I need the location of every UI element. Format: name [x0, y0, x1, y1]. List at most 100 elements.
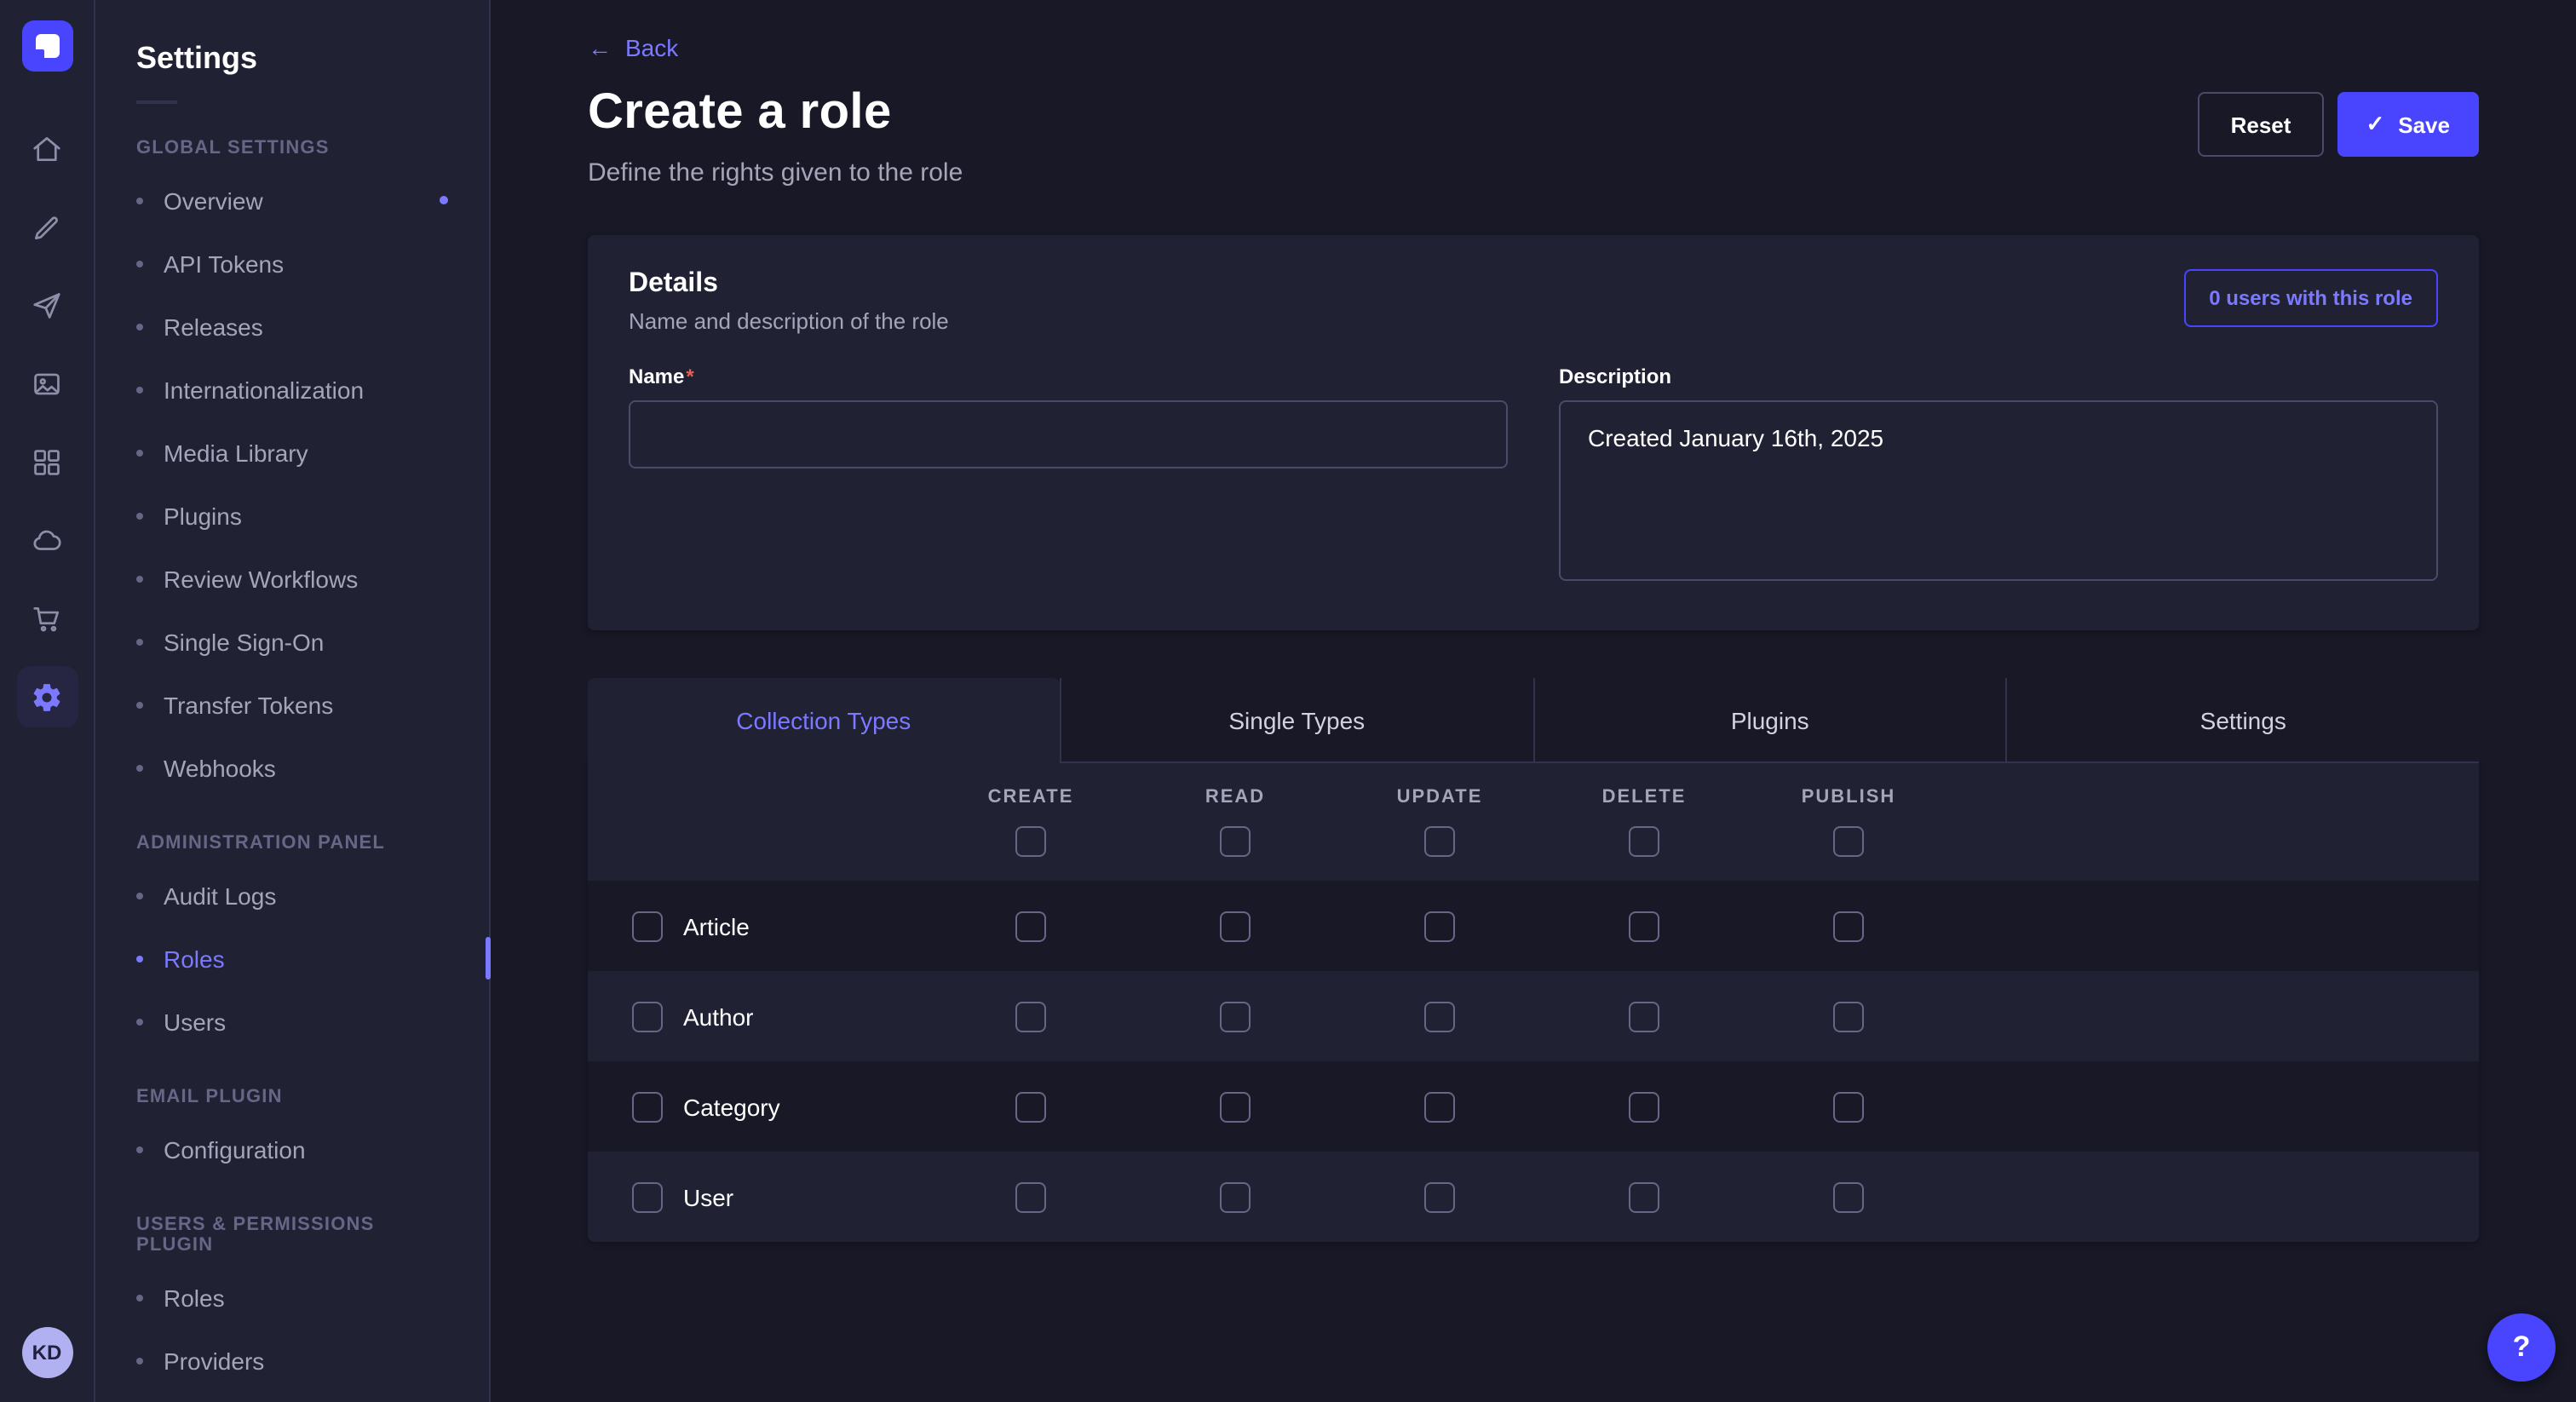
home-icon[interactable] — [16, 118, 78, 179]
details-subtitle: Name and description of the role — [629, 308, 949, 334]
permission-checkbox[interactable] — [1220, 1001, 1251, 1031]
divider — [136, 101, 177, 104]
sidebar-item-releases[interactable]: Releases — [123, 295, 462, 358]
strapi-logo[interactable] — [21, 20, 72, 72]
row-select-checkbox[interactable] — [632, 911, 663, 941]
marketplace-icon[interactable] — [16, 588, 78, 649]
row-label: Author — [683, 1003, 754, 1030]
column-select-all-checkbox[interactable] — [1833, 826, 1864, 857]
reset-button[interactable]: Reset — [2199, 92, 2324, 157]
column-label: PUBLISH — [1802, 787, 1896, 807]
sidebar-item-label: Plugins — [164, 502, 242, 529]
table-row-category: Category — [588, 1061, 2479, 1152]
settings-icon[interactable] — [16, 666, 78, 727]
sidebar-item-internationalization[interactable]: Internationalization — [123, 358, 462, 421]
tab-collection-types[interactable]: Collection Types — [588, 678, 1060, 763]
permission-checkbox[interactable] — [1629, 1181, 1659, 1212]
check-icon: ✓ — [2366, 111, 2384, 138]
permission-checkbox[interactable] — [1629, 1001, 1659, 1031]
back-label: Back — [625, 34, 678, 61]
permissions-tabs: Collection Types Single Types Plugins Se… — [588, 678, 2479, 763]
permission-checkbox[interactable] — [1220, 911, 1251, 941]
description-field-group: Description Created January 16th, 2025 — [1559, 365, 2438, 589]
row-select-checkbox[interactable] — [632, 1181, 663, 1212]
sidebar-item-audit-logs[interactable]: Audit Logs — [123, 864, 462, 927]
permission-checkbox[interactable] — [1833, 1091, 1864, 1122]
table-row-article: Article — [588, 881, 2479, 971]
bullet-icon — [136, 260, 143, 267]
help-button[interactable]: ? — [2487, 1313, 2556, 1382]
sidebar-item-transfer-tokens[interactable]: Transfer Tokens — [123, 673, 462, 736]
sidebar-item-webhooks[interactable]: Webhooks — [123, 736, 462, 799]
save-button[interactable]: ✓ Save — [2337, 92, 2479, 157]
save-label: Save — [2398, 112, 2450, 137]
content-manager-icon[interactable] — [16, 196, 78, 257]
question-mark-icon: ? — [2513, 1330, 2531, 1365]
permission-checkbox[interactable] — [1629, 911, 1659, 941]
back-link[interactable]: ← Back — [588, 34, 678, 61]
name-input[interactable] — [629, 400, 1508, 468]
permission-checkbox[interactable] — [1424, 911, 1455, 941]
bullet-icon — [136, 1018, 143, 1025]
users-with-role-button[interactable]: 0 users with this role — [2183, 269, 2438, 327]
sidebar-item-label: Overview — [164, 187, 263, 214]
column-label: UPDATE — [1397, 787, 1483, 807]
column-select-all-checkbox[interactable] — [1424, 826, 1455, 857]
releases-icon[interactable] — [16, 274, 78, 336]
details-card-header: Details Name and description of the role… — [629, 269, 2438, 334]
sidebar-item-api-tokens[interactable]: API Tokens — [123, 232, 462, 295]
sidebar-item-roles[interactable]: Roles — [123, 927, 462, 990]
sidebar-item-label: Webhooks — [164, 754, 276, 781]
content-type-builder-icon[interactable] — [16, 431, 78, 492]
column-select-all-checkbox[interactable] — [1629, 826, 1659, 857]
sidebar-item-label: Roles — [164, 1284, 225, 1311]
sidebar-item-single-sign-on[interactable]: Single Sign-On — [123, 610, 462, 673]
sidebar-title: Settings — [136, 41, 462, 77]
sidebar-item-up-roles[interactable]: Roles — [123, 1266, 462, 1329]
sidebar-item-providers[interactable]: Providers — [123, 1329, 462, 1392]
permission-checkbox[interactable] — [1015, 1091, 1046, 1122]
sidebar-item-label: Media Library — [164, 439, 308, 466]
sidebar-item-configuration[interactable]: Configuration — [123, 1118, 462, 1181]
permission-checkbox[interactable] — [1424, 1181, 1455, 1212]
permission-checkbox[interactable] — [1220, 1091, 1251, 1122]
row-select-checkbox[interactable] — [632, 1001, 663, 1031]
cloud-icon[interactable] — [16, 509, 78, 571]
permission-checkbox[interactable] — [1015, 1001, 1046, 1031]
media-library-icon[interactable] — [16, 353, 78, 414]
column-label: CREATE — [988, 787, 1074, 807]
permission-checkbox[interactable] — [1015, 911, 1046, 941]
permission-checkbox[interactable] — [1424, 1091, 1455, 1122]
avatar[interactable]: KD — [21, 1327, 72, 1378]
page-title: Create a role — [588, 85, 963, 141]
bullet-icon — [136, 449, 143, 456]
sidebar-item-plugins[interactable]: Plugins — [123, 484, 462, 547]
permission-checkbox[interactable] — [1424, 1001, 1455, 1031]
column-update: UPDATE — [1337, 787, 1542, 857]
sidebar-item-review-workflows[interactable]: Review Workflows — [123, 547, 462, 610]
tab-settings[interactable]: Settings — [2006, 678, 2480, 763]
permission-checkbox[interactable] — [1220, 1181, 1251, 1212]
details-card: Details Name and description of the role… — [588, 235, 2479, 630]
sidebar-item-users[interactable]: Users — [123, 990, 462, 1053]
bullet-icon — [136, 323, 143, 330]
permission-checkbox[interactable] — [1833, 911, 1864, 941]
description-textarea[interactable]: Created January 16th, 2025 — [1559, 400, 2438, 581]
sidebar-item-label: Configuration — [164, 1135, 306, 1163]
tab-plugins[interactable]: Plugins — [1532, 678, 2006, 763]
permission-checkbox[interactable] — [1833, 1001, 1864, 1031]
permission-checkbox[interactable] — [1629, 1091, 1659, 1122]
sidebar-item-media-library[interactable]: Media Library — [123, 421, 462, 484]
section-label-users-permissions-plugin: USERS & PERMISSIONS PLUGIN — [136, 1215, 448, 1255]
row-select-checkbox[interactable] — [632, 1091, 663, 1122]
permission-checkbox[interactable] — [1833, 1181, 1864, 1212]
bullet-icon — [136, 892, 143, 899]
tab-single-types[interactable]: Single Types — [1060, 678, 1533, 763]
permission-checkbox[interactable] — [1015, 1181, 1046, 1212]
column-select-all-checkbox[interactable] — [1015, 826, 1046, 857]
column-publish: PUBLISH — [1746, 787, 1951, 857]
column-select-all-checkbox[interactable] — [1220, 826, 1251, 857]
column-label: READ — [1205, 787, 1265, 807]
sidebar-item-overview[interactable]: Overview — [123, 169, 462, 232]
avatar-initials: KD — [32, 1341, 62, 1365]
